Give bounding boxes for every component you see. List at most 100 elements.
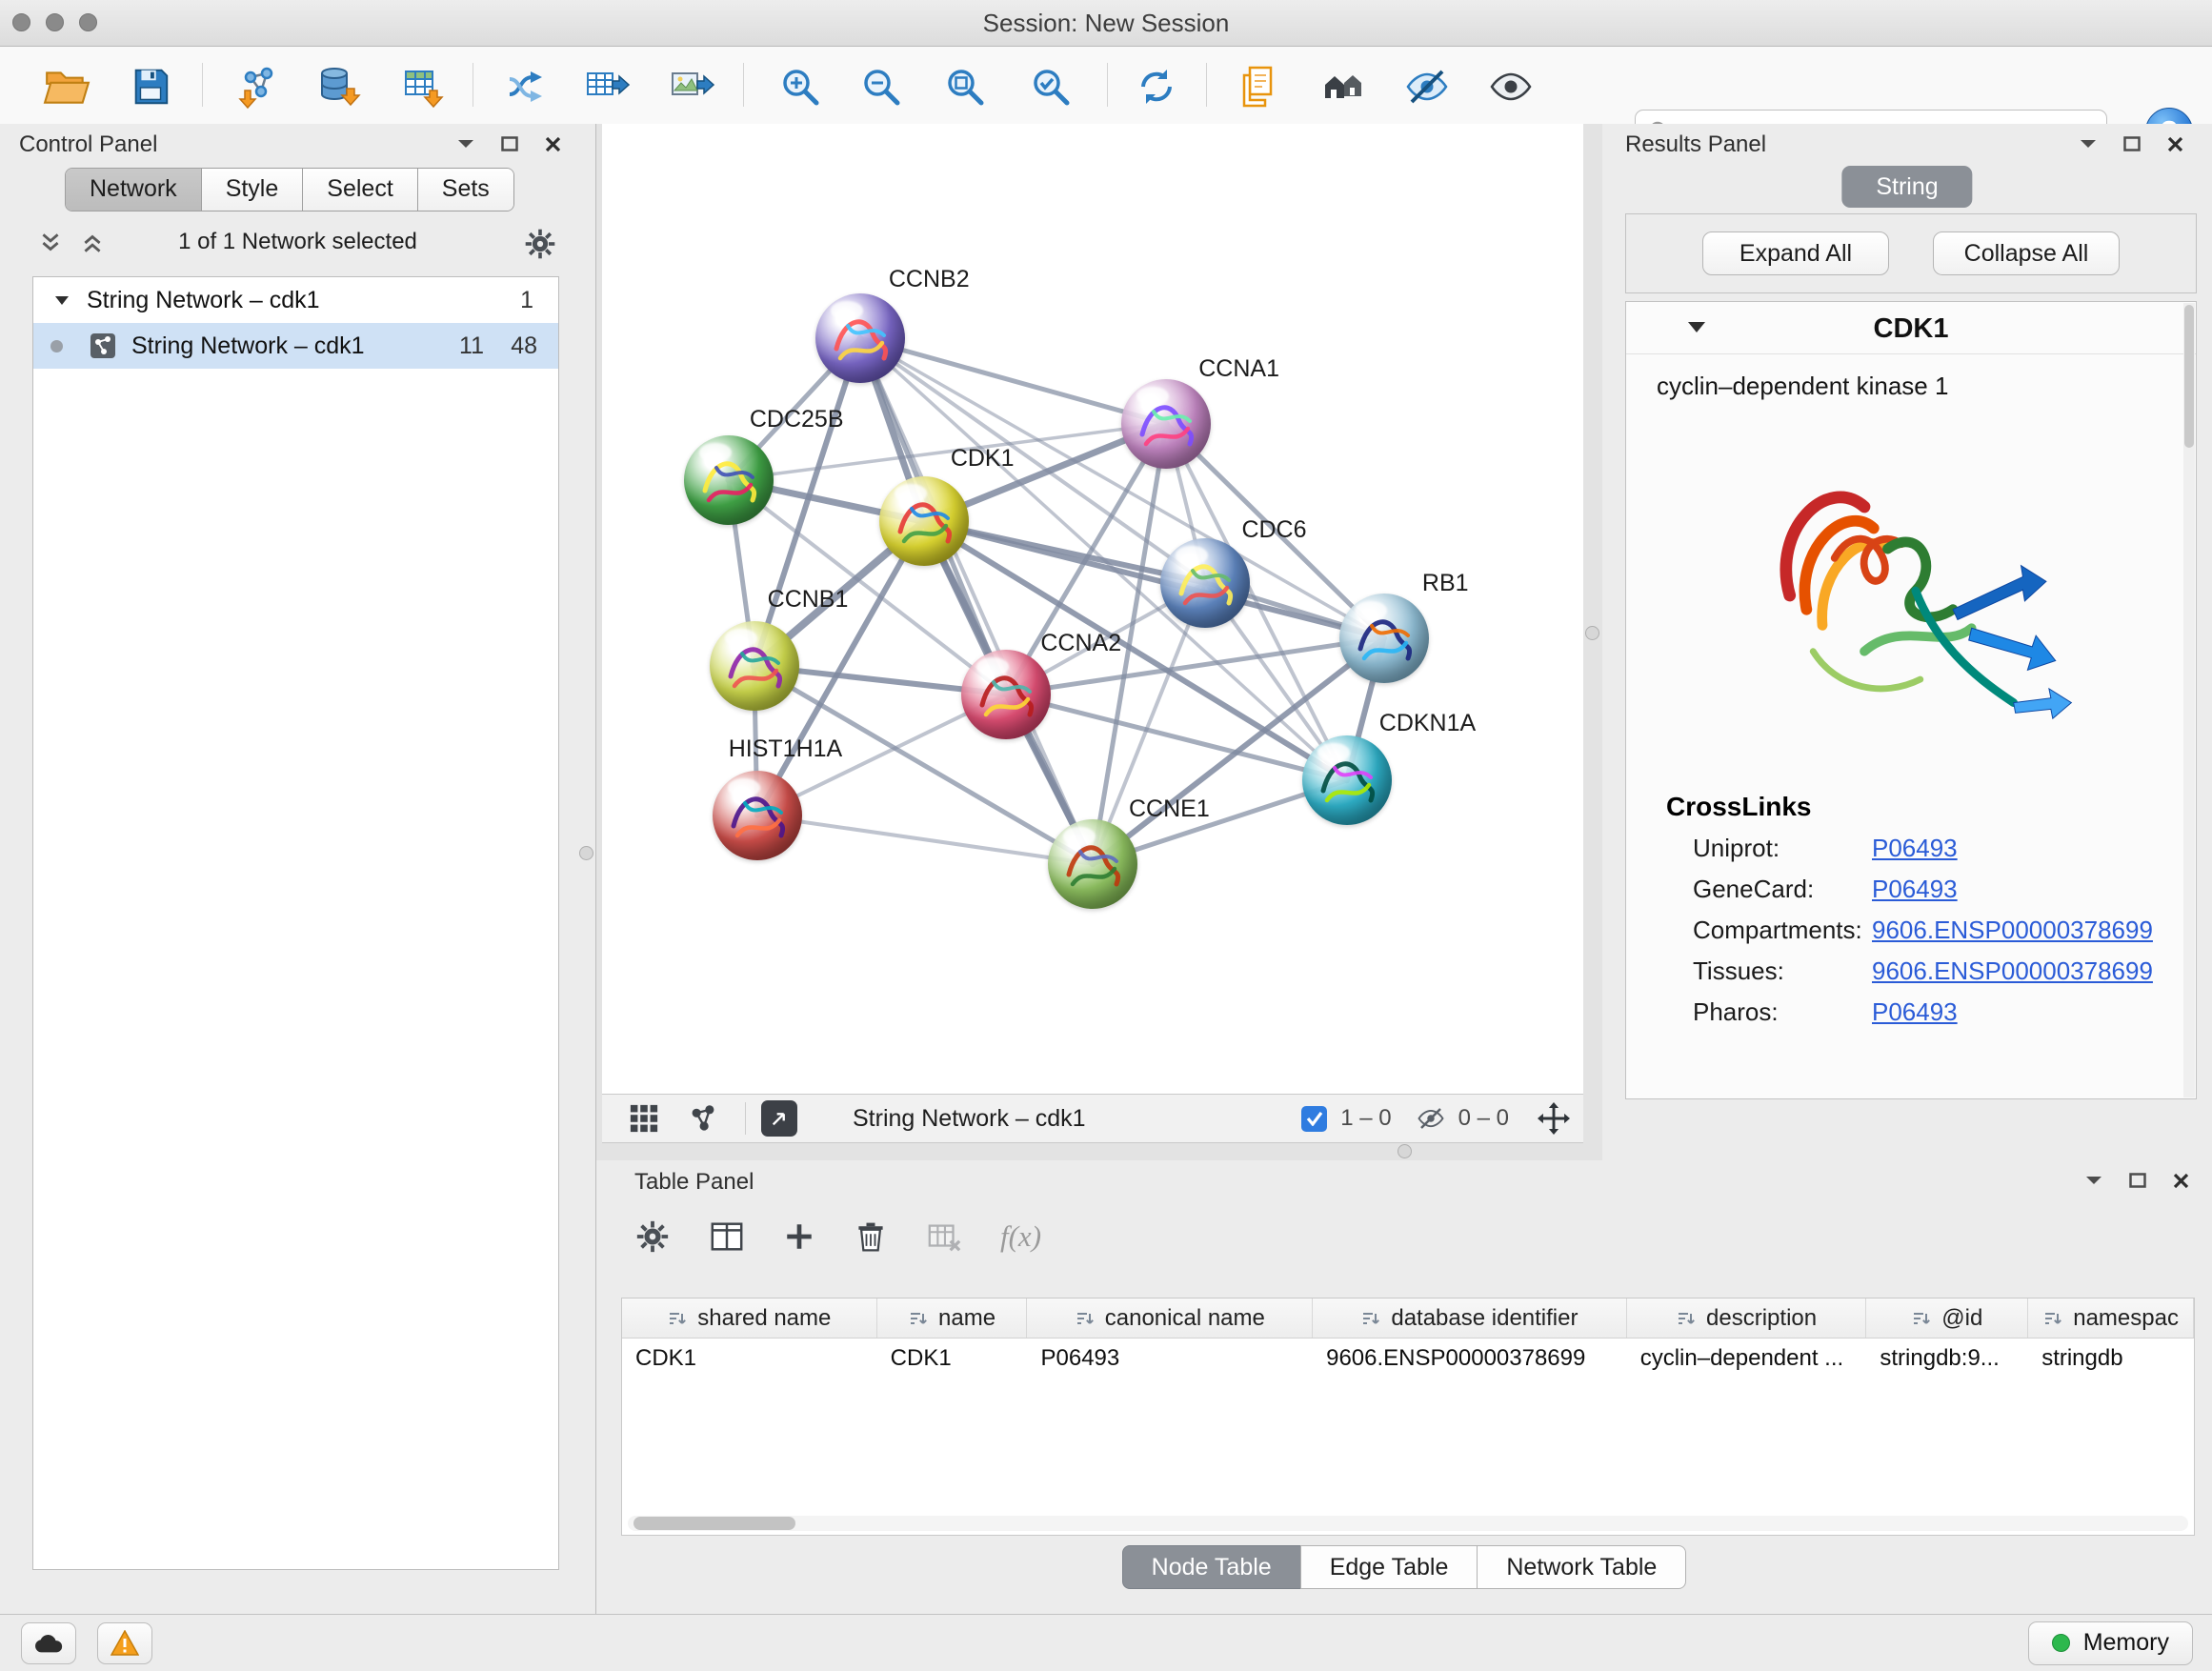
table-cell[interactable]: CDK1 (877, 1339, 1028, 1379)
hide-selected-button[interactable] (1400, 60, 1454, 113)
import-network-database-button[interactable] (312, 60, 365, 113)
network-node-cdkn1a[interactable] (1302, 735, 1392, 825)
network-overview-icon[interactable] (688, 1103, 718, 1134)
memory-button[interactable]: Memory (2028, 1621, 2193, 1665)
table-cell[interactable]: CDK1 (622, 1339, 877, 1379)
column-header-description[interactable]: description (1627, 1299, 1867, 1338)
tree-expander-icon[interactable] (54, 295, 70, 306)
crosslink-link[interactable]: P06493 (1872, 875, 1958, 904)
zoom-out-button[interactable] (855, 60, 908, 113)
zoom-in-button[interactable] (774, 60, 827, 113)
column-header-canonical-name[interactable]: canonical name (1027, 1299, 1313, 1338)
import-table-button[interactable] (396, 60, 450, 113)
zoom-fit-button[interactable] (938, 60, 992, 113)
network-node-cdk1[interactable] (879, 476, 969, 566)
table-hscrollbar-track[interactable] (628, 1516, 2188, 1531)
crosslinks-title: CrossLinks (1666, 792, 2196, 822)
clone-network-button[interactable] (498, 60, 552, 113)
network-node-ccnb1[interactable] (710, 621, 799, 711)
network-node-cdc6[interactable] (1160, 538, 1250, 628)
table-hscrollbar-thumb[interactable] (633, 1517, 795, 1530)
network-view-name: String Network – cdk1 (853, 1105, 1086, 1133)
network-edge[interactable] (924, 521, 1384, 637)
panel-menu-caret-icon[interactable] (457, 138, 474, 150)
toolbar-separator (1206, 63, 1207, 107)
export-table-button[interactable] (580, 60, 633, 113)
gear-icon[interactable] (523, 227, 557, 261)
panel-close-icon[interactable] (2173, 1173, 2189, 1189)
tab-network-table[interactable]: Network Table (1477, 1545, 1686, 1589)
save-session-button[interactable] (124, 60, 177, 113)
network-node-ccna1[interactable] (1121, 379, 1211, 469)
table-settings-gear-icon[interactable] (634, 1218, 671, 1255)
table-cell[interactable]: 9606.ENSP00000378699 (1313, 1339, 1627, 1379)
tab-node-table[interactable]: Node Table (1122, 1545, 1301, 1589)
tab-style[interactable]: Style (201, 169, 303, 211)
table-cell[interactable]: P06493 (1027, 1339, 1313, 1379)
column-header-database-identifier[interactable]: database identifier (1313, 1299, 1627, 1338)
network-collection-row[interactable]: String Network – cdk1 1 (33, 277, 558, 323)
tab-sets[interactable]: Sets (417, 169, 513, 211)
export-view-button[interactable] (761, 1100, 797, 1137)
tab-network[interactable]: Network (66, 169, 201, 211)
birdseye-view-button[interactable] (1317, 60, 1371, 113)
results-scrollbar-thumb[interactable] (2184, 305, 2194, 448)
splitter-handle-left[interactable] (579, 846, 593, 860)
cloud-status-button[interactable] (21, 1622, 76, 1664)
network-node-ccne1[interactable] (1048, 819, 1137, 909)
splitter-handle-right[interactable] (1585, 626, 1599, 640)
warnings-button[interactable] (97, 1622, 152, 1664)
panel-float-icon[interactable] (2129, 1173, 2146, 1188)
copy-document-icon (1237, 64, 1282, 110)
gene-section-header[interactable]: CDK1 (1626, 302, 2196, 354)
panel-menu-caret-icon[interactable] (2085, 1175, 2102, 1186)
panel-menu-caret-icon[interactable] (2080, 138, 2097, 150)
network-row-selected[interactable]: String Network – cdk1 11 48 (33, 323, 558, 369)
open-session-button[interactable] (40, 60, 93, 113)
panel-close-icon[interactable] (2167, 136, 2183, 152)
crosslink-link[interactable]: 9606.ENSP00000378699 (1872, 956, 2153, 986)
panel-close-icon[interactable] (545, 136, 561, 152)
expand-all-button[interactable]: Expand All (1702, 232, 1889, 275)
column-header-name[interactable]: name (877, 1299, 1028, 1338)
hidden-node-edge-count: 0 – 0 (1458, 1105, 1509, 1132)
show-all-button[interactable] (1484, 60, 1538, 113)
copy-view-button[interactable] (1233, 60, 1286, 113)
network-node-hist1h1a[interactable] (713, 771, 802, 860)
table-cell[interactable]: cyclin–dependent ... (1627, 1339, 1867, 1379)
zoom-selected-button[interactable] (1024, 60, 1077, 113)
panel-float-icon[interactable] (501, 136, 518, 151)
table-cell[interactable]: stringdb (2028, 1339, 2194, 1379)
crosslink-link[interactable]: 9606.ENSP00000378699 (1872, 916, 2153, 945)
network-node-cdc25b[interactable] (684, 435, 774, 525)
move-crosshair-icon[interactable] (1538, 1102, 1570, 1135)
panel-float-icon[interactable] (2123, 136, 2141, 151)
crosslink-link[interactable]: P06493 (1872, 834, 1958, 863)
delete-column-icon[interactable] (854, 1219, 888, 1254)
function-builder-icon[interactable]: f(x) (1000, 1219, 1041, 1254)
results-scrollbar-track[interactable] (2183, 303, 2195, 1097)
tab-edge-table[interactable]: Edge Table (1300, 1545, 1478, 1589)
export-image-button[interactable] (665, 60, 718, 113)
selected-checkbox-icon[interactable] (1301, 1106, 1327, 1132)
tab-string[interactable]: String (1841, 166, 1972, 208)
grid-view-icon[interactable] (629, 1103, 659, 1134)
show-columns-icon[interactable] (709, 1218, 745, 1255)
refresh-view-button[interactable] (1130, 60, 1183, 113)
network-node-ccnb2[interactable] (815, 293, 905, 383)
network-node-rb1[interactable] (1339, 594, 1429, 683)
table-row[interactable]: CDK1CDK1P064939606.ENSP00000378699cyclin… (622, 1339, 2194, 1379)
splitter-handle-bottom[interactable] (1398, 1144, 1412, 1158)
collapse-all-button[interactable]: Collapse All (1933, 232, 2120, 275)
import-network-file-button[interactable] (231, 60, 285, 113)
tab-select[interactable]: Select (302, 169, 416, 211)
network-canvas[interactable]: CCNB2CCNA1CDC25BCDK1CDC6RB1CCNB1CCNA2CDK… (602, 124, 1583, 1094)
table-cell[interactable]: stringdb:9... (1866, 1339, 2028, 1379)
column-header-namespac[interactable]: namespac (2028, 1299, 2194, 1338)
crosslink-link[interactable]: P06493 (1872, 997, 1958, 1027)
network-edge[interactable] (757, 815, 1093, 864)
network-node-ccna2[interactable] (961, 650, 1051, 739)
add-column-icon[interactable] (783, 1220, 815, 1253)
column-header--id[interactable]: @id (1866, 1299, 2028, 1338)
column-header-shared-name[interactable]: shared name (622, 1299, 877, 1338)
